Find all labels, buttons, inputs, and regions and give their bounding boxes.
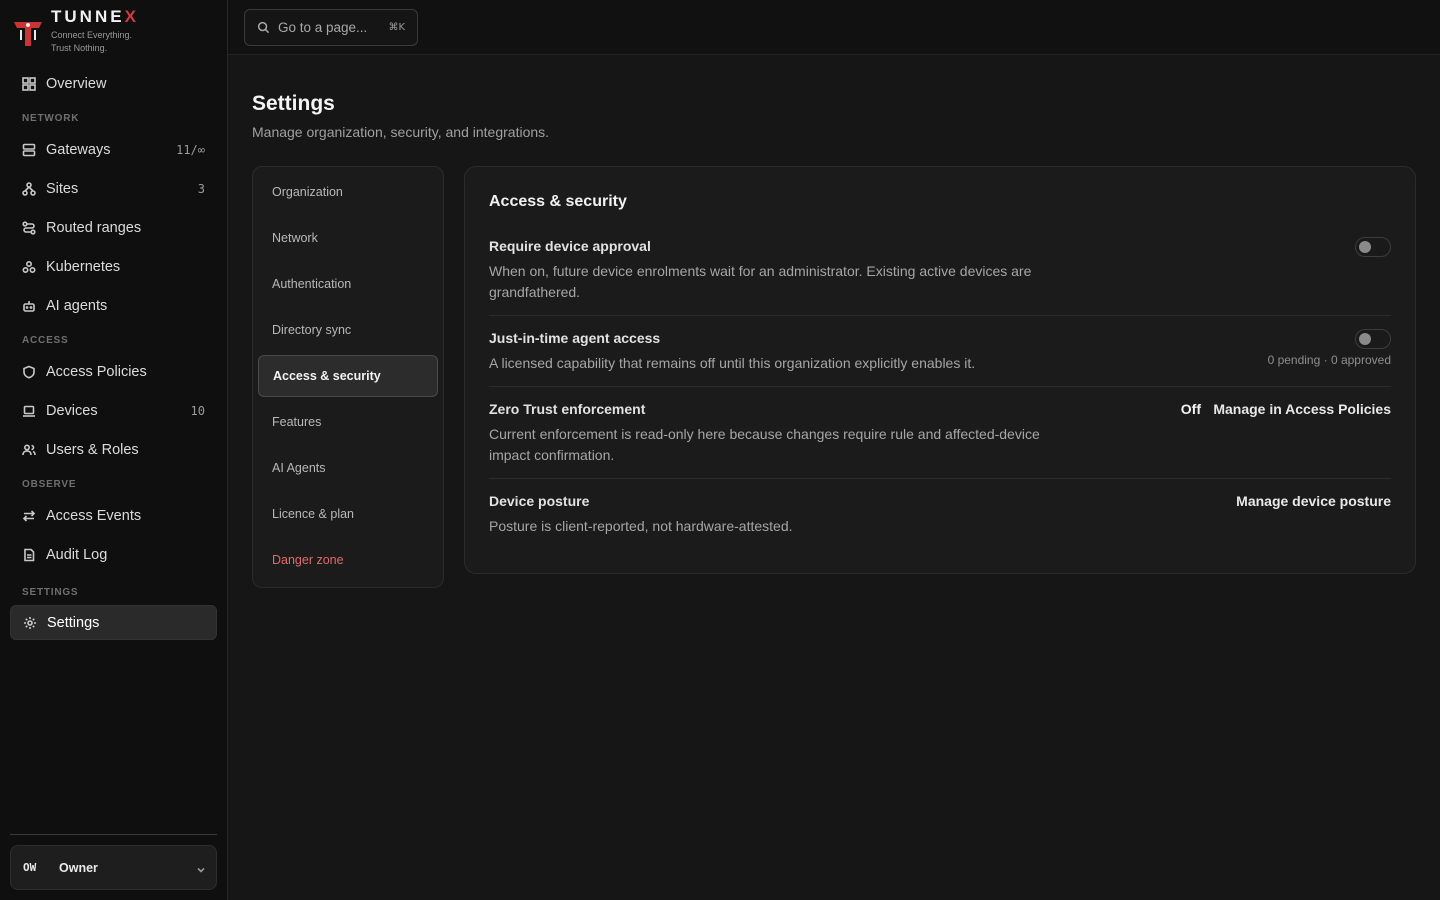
device-posture-description: Posture is client-reported, not hardware… [489, 518, 793, 534]
brand-name: TUNNEX [51, 7, 139, 26]
sidebar-item-access-events[interactable]: Access Events [10, 498, 217, 533]
cluster-icon [22, 260, 36, 274]
sidebar: TUNNEX Connect Everything. Trust Nothing… [0, 0, 228, 900]
sidebar-item-access-policies[interactable]: Access Policies [10, 354, 217, 389]
sidebar-item-kubernetes[interactable]: Kubernetes [10, 249, 217, 284]
jit-access-toggle[interactable] [1355, 329, 1391, 349]
grid-icon [22, 76, 36, 91]
search-shortcut: ⌘K [388, 22, 405, 33]
section-network: NETWORK [22, 113, 80, 124]
setting-device-approval: Require device approval When on, future … [489, 237, 1391, 303]
section-access: ACCESS [22, 335, 69, 346]
tunnex-logo-icon [14, 22, 42, 46]
arrows-icon [22, 509, 36, 523]
sidebar-item-routed-ranges[interactable]: Routed ranges [10, 210, 217, 245]
search-placeholder: Go to a page... [278, 20, 368, 35]
setting-jit-access: Just-in-time agent access A licensed cap… [489, 329, 1391, 374]
document-icon [22, 548, 36, 562]
server-icon [22, 143, 36, 157]
sidebar-item-overview[interactable]: Overview [10, 66, 217, 101]
section-settings: SETTINGS [22, 587, 79, 598]
section-observe: OBSERVE [22, 479, 77, 490]
sidebar-item-settings[interactable]: Settings [10, 605, 217, 640]
panel-title: Access & security [489, 193, 627, 210]
zero-trust-description: Current enforcement is read-only here be… [489, 426, 1040, 463]
user-menu[interactable]: OW Owner [10, 845, 217, 890]
tab-access-security[interactable]: Access & security [258, 355, 438, 397]
brand[interactable]: TUNNEX Connect Everything. Trust Nothing… [12, 8, 139, 55]
bot-icon [22, 299, 36, 313]
page-subtitle: Manage organization, security, and integ… [252, 124, 550, 140]
divider [489, 386, 1391, 387]
sidebar-item-audit-log[interactable]: Audit Log [10, 537, 217, 572]
brand-tagline-1: Connect Everything. [51, 30, 133, 40]
user-avatar: OW [23, 861, 37, 874]
access-security-panel: Access & security Require device approva… [464, 166, 1416, 574]
device-approval-toggle[interactable] [1355, 237, 1391, 257]
search-icon [257, 21, 270, 34]
route-icon [22, 220, 36, 235]
users-icon [22, 443, 36, 457]
search-input[interactable]: Go to a page... ⌘K [244, 9, 418, 46]
jit-access-description: A licensed capability that remains off u… [489, 355, 976, 371]
setting-device-posture: Device posture Posture is client-reporte… [489, 493, 1391, 537]
tab-organization[interactable]: Organization [258, 171, 438, 213]
user-divider [10, 834, 217, 835]
tab-authentication[interactable]: Authentication [258, 263, 438, 305]
tab-licence-plan[interactable]: Licence & plan [258, 493, 438, 535]
user-role: Owner [59, 860, 98, 875]
divider [489, 315, 1391, 316]
page-title: Settings [252, 92, 335, 115]
jit-access-title: Just-in-time agent access [489, 330, 661, 346]
sites-count: 3 [197, 181, 205, 196]
laptop-icon [22, 404, 36, 418]
setting-zero-trust: Zero Trust enforcement Current enforceme… [489, 401, 1391, 466]
device-approval-description: When on, future device enrolments wait f… [489, 263, 1032, 300]
sitemap-icon [22, 181, 36, 196]
chevron-down-icon [196, 862, 206, 873]
sidebar-item-sites[interactable]: Sites 3 [10, 171, 217, 206]
sidebar-item-gateways[interactable]: Gateways 11/∞ [10, 132, 217, 167]
manage-access-policies-link[interactable]: Manage in Access Policies [1213, 401, 1391, 417]
tab-ai-agents[interactable]: AI Agents [258, 447, 438, 489]
gear-icon [23, 616, 37, 630]
brand-tagline-2: Trust Nothing. [51, 43, 108, 53]
tab-network[interactable]: Network [258, 217, 438, 259]
gateways-count: 11/∞ [176, 142, 205, 157]
shield-icon [22, 365, 36, 379]
settings-subnav: Organization Network Authentication Dire… [252, 166, 444, 588]
sidebar-item-ai-agents[interactable]: AI agents [10, 288, 217, 323]
tab-danger-zone[interactable]: Danger zone [258, 539, 438, 581]
tab-directory-sync[interactable]: Directory sync [258, 309, 438, 351]
divider [489, 478, 1391, 479]
sidebar-item-devices[interactable]: Devices 10 [10, 393, 217, 428]
sidebar-item-users-roles[interactable]: Users & Roles [10, 432, 217, 467]
sidebar-nav: Overview NETWORK Gateways 11/∞ Sites 3 R… [10, 66, 217, 640]
topbar: Go to a page... ⌘K [228, 0, 1440, 55]
manage-device-posture-link[interactable]: Manage device posture [1236, 493, 1391, 509]
tab-features[interactable]: Features [258, 401, 438, 443]
devices-count: 10 [190, 403, 205, 418]
zero-trust-status: Off [1180, 401, 1201, 417]
device-approval-title: Require device approval [489, 238, 651, 254]
jit-access-counts: 0 pending · 0 approved [1267, 353, 1391, 367]
